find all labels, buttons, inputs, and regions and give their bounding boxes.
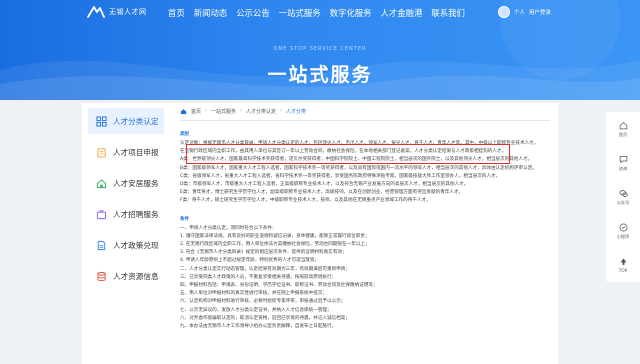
- user-login[interactable]: 个人 用户登录: [498, 6, 551, 18]
- paragraph-line: 2. 在无锡行政区域内全职工作，用人单位依法为其缴纳社会保险，劳动合同期限在一年…: [180, 242, 370, 248]
- sidebar-item-label: 人才招聘服务: [113, 209, 159, 219]
- home-icon: [180, 108, 187, 114]
- rail-label: 公众号: [616, 199, 630, 205]
- paragraph-line: C类：省级领军人才，省重大人才工程入选者，省科学技术奖一等奖获得者，享受国务院政…: [180, 173, 501, 179]
- sidebar-item-talent-classification[interactable]: 人才分类认定: [88, 108, 164, 134]
- nav-digital-service[interactable]: 数字化服务: [330, 7, 372, 19]
- rail-official-account[interactable]: 公众号: [606, 180, 640, 214]
- section-heading-conditions: 条件: [180, 216, 189, 222]
- paragraph-line: E类：青年英才，博士研究生学历学位人才，副高级职称专业技术人才，高级技师，以及在…: [180, 190, 464, 196]
- paragraph-line: 九、本办法由无锡市人才工作领导小组办公室负责解释，自发布之日起施行。: [180, 324, 337, 330]
- sidebar-item-housing-service[interactable]: 人才安居服务: [88, 170, 164, 196]
- document-icon: [97, 240, 106, 250]
- grid-icon: [96, 115, 107, 127]
- home-icon: [619, 121, 627, 129]
- breadcrumb-current: 人才分类: [286, 108, 307, 115]
- nav-one-stop-service[interactable]: 一站式服务: [279, 7, 321, 19]
- user-label: 个人: [514, 10, 526, 16]
- paragraph-line: B类：国家级领军人才，国家重大人才工程入选者，国家科学技术奖一等奖获得者，以及具…: [180, 165, 537, 171]
- breadcrumb-home[interactable]: 首页: [191, 108, 201, 115]
- clipboard-icon: [97, 147, 106, 158]
- paragraph-line: 4. 申请人年龄原则上不超过规定年龄，特别优秀的人才可适当放宽；: [180, 258, 320, 264]
- paragraph-line: 三、已享受同类人才政策的人员，不重复享受相关待遇，按照就高原则执行；: [180, 274, 337, 280]
- wechat-icon: [619, 189, 628, 197]
- nav-contact[interactable]: 联系我们: [431, 7, 465, 19]
- rail-consult[interactable]: 咨询: [606, 146, 640, 180]
- house-icon: [96, 178, 107, 188]
- right-float-toolbar: 首页 咨询 公众号 小程序 TOP: [606, 112, 640, 282]
- breadcrumb-one-stop[interactable]: 一站式服务: [211, 108, 236, 115]
- sidebar-item-label: 人才资源信息: [113, 271, 159, 281]
- sidebar-item-recruitment-service[interactable]: 人才招聘服务: [88, 201, 164, 227]
- paragraph-line: 六、认定机构对申报材料进行审核，必要时组织专家评审，审核通过后予以公示；: [180, 299, 346, 305]
- paragraph-line: 四、申报材料包括：申请表、身份证明、学历学位证书、职称证书、劳动合同及社保缴纳证…: [180, 283, 378, 289]
- breadcrumb-classification[interactable]: 人才分类认定: [246, 108, 276, 115]
- login-link[interactable]: 用户登录: [529, 8, 551, 16]
- rail-home[interactable]: 首页: [606, 112, 640, 146]
- logo-mark-icon: [87, 6, 105, 18]
- sidebar-item-label: 人才安居服务: [113, 178, 159, 188]
- sidebar-item-policy-fulfillment[interactable]: 人才政策兑现: [88, 232, 164, 258]
- briefcase-icon: [96, 209, 107, 219]
- divider: [180, 120, 550, 121]
- chat-icon: [619, 155, 627, 163]
- nav-announcements[interactable]: 公示公告: [236, 7, 270, 19]
- miniapp-icon: [619, 223, 627, 231]
- rail-label: 首页: [618, 131, 628, 137]
- paragraph-line: D类：市级领军人才，市级重大人才工程入选者，正高级职称专业技术人才，以及符合无锡…: [180, 182, 469, 188]
- nav-home[interactable]: 首页: [168, 7, 185, 19]
- site-logo[interactable]: 无锡人才网: [86, 4, 147, 20]
- top-navigation-bar: 无锡人才网 首页 新闻动态 公示公告 一站式服务 数字化服务 人才金融港 联系我…: [0, 0, 640, 26]
- paragraph-line: 七、公示无异议的，发放人才分类认定证书，并纳入人才信息库统一管理；: [180, 307, 332, 313]
- paragraph-line: 五、用人单位对申报材料的真实性进行审核，并在网上申报系统中提交；: [180, 291, 328, 297]
- page-title: 一站式服务: [267, 64, 373, 86]
- breadcrumb-separator: ›: [205, 108, 208, 114]
- section-heading-category: 类别: [180, 132, 189, 137]
- nav-news[interactable]: 新闻动态: [194, 7, 228, 19]
- sidebar-item-resource-info[interactable]: 人才资源信息: [88, 263, 164, 289]
- paragraph-line: F类：骨干人才，硕士研究生学历学位人才，中级职称专业技术人才，技师，以及其他在无…: [180, 198, 431, 204]
- rail-mini-program[interactable]: 小程序: [606, 214, 640, 248]
- arrow-up-icon: [620, 258, 626, 265]
- rail-label: 小程序: [616, 233, 630, 239]
- rail-label: 咨询: [618, 165, 628, 171]
- breadcrumb-separator: ›: [240, 108, 243, 114]
- paragraph-line: 一、申请人才分类认定，须同时符合以下条件：: [180, 225, 277, 231]
- sidebar: 人才分类认定 人才项目申报 人才安居服务 人才招聘服务 人才政策兑现 人才资源信…: [88, 108, 164, 294]
- sidebar-item-label: 人才政策兑现: [113, 240, 159, 250]
- database-icon: [97, 271, 106, 281]
- paragraph-line: 3. 符合《无锡市人才分类目录》规定的相应层次条件，提供的证明材料真实有效；: [180, 250, 347, 256]
- rail-label: TOP: [618, 268, 628, 273]
- paragraph-line: 八、对弄虚作假骗取认定的，取消认定资格，追回已享受的待遇，并记入诚信档案；: [180, 315, 350, 321]
- nav-talent-finance[interactable]: 人才金融港: [381, 7, 423, 19]
- hero-banner: 无锡人才网 首页 新闻动态 公示公告 一站式服务 数字化服务 人才金融港 联系我…: [0, 0, 640, 100]
- sidebar-item-label: 人才项目申报: [113, 147, 159, 157]
- sidebar-item-project-application[interactable]: 人才项目申报: [88, 139, 164, 165]
- breadcrumb: 首页 › 一站式服务 › 人才分类认定 › 人才分类: [180, 106, 550, 116]
- highlight-box: [186, 144, 510, 164]
- logo-text: 无锡人才网: [109, 8, 147, 16]
- sidebar-item-label: 人才分类认定: [113, 116, 159, 126]
- conditions-paragraph: 一、申请人才分类认定，须同时符合以下条件： 1. 遵守国家法律法规，具有良好的职…: [180, 225, 550, 332]
- avatar: [498, 6, 510, 18]
- paragraph-line: 二、人才分类认定实行动态管理，认定结果有效期为三年，有效期满后可重新申请；: [180, 266, 350, 272]
- main-nav: 首页 新闻动态 公示公告 一站式服务 数字化服务 人才金融港 联系我们: [168, 7, 474, 19]
- rail-back-to-top[interactable]: TOP: [606, 248, 640, 282]
- hero-subtitle: ONE STOP SERVICE CENTER: [273, 46, 367, 52]
- content-area: 首页 › 一站式服务 › 人才分类认定 › 人才分类 类别 认定对象：根据无锡市…: [180, 106, 550, 331]
- paragraph-line: 1. 遵守国家法律法规，具有良好的职业道德和诚信记录，身体健康，能够正常履行岗位…: [180, 233, 370, 239]
- breadcrumb-separator: ›: [280, 108, 283, 114]
